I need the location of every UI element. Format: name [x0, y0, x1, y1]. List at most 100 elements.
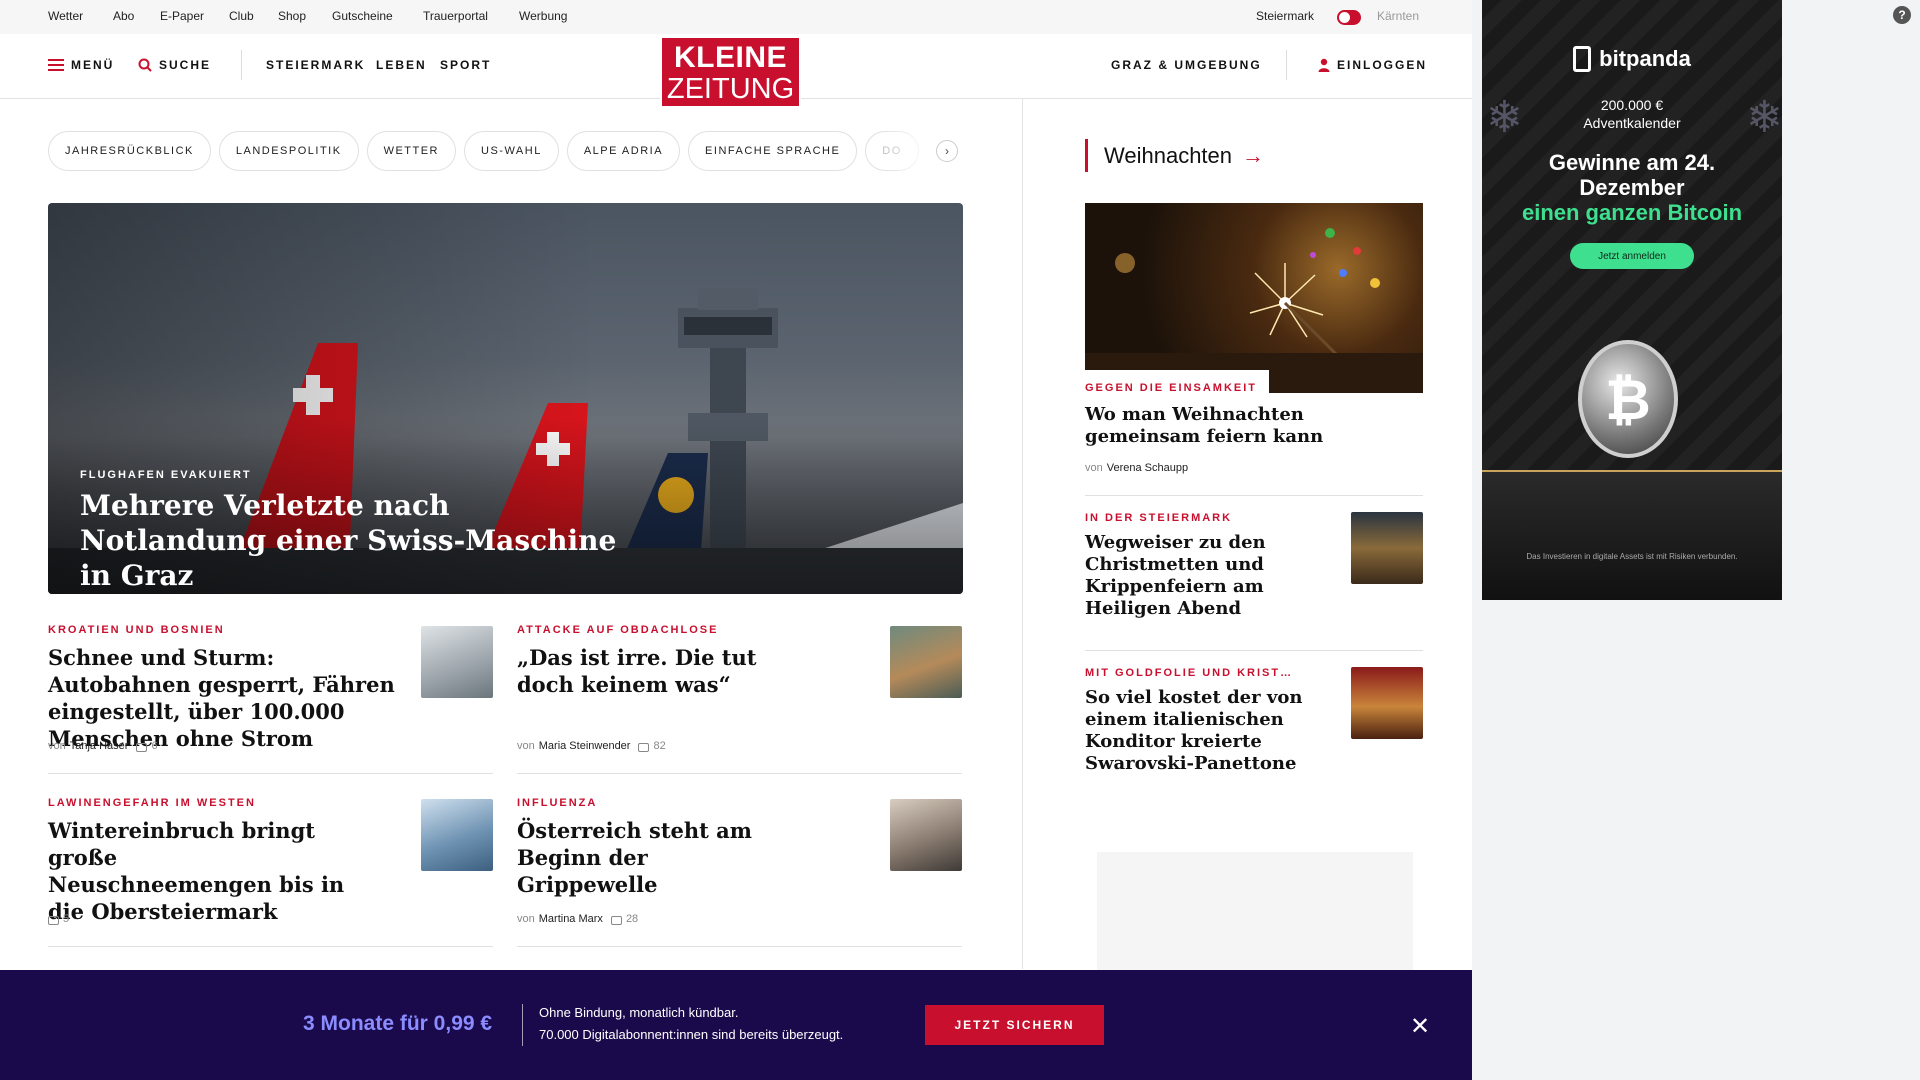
ad-placeholder — [1097, 852, 1413, 982]
article-card[interactable]: KROATIEN UND BOSNIEN Schnee und Sturm: A… — [48, 624, 493, 774]
ad-brand-name: bitpanda — [1599, 46, 1691, 71]
author-name[interactable]: Maria Steinwender — [539, 740, 631, 752]
comment-icon — [136, 742, 148, 752]
sparkler-image[interactable] — [1085, 203, 1423, 393]
ad-headline-accent: einen ganzen Bitcoin — [1521, 200, 1743, 225]
kleine-zeitung-logo[interactable]: KLEINE ZEITUNG — [660, 36, 801, 108]
logo-line-2: ZEITUNG — [666, 73, 795, 105]
article-card[interactable]: LAWINENGEFAHR IM WESTEN Wintereinbruch b… — [48, 797, 493, 947]
ad-disclaimer: Das Investieren in digitale Assets ist m… — [1526, 552, 1738, 561]
sidebar-article[interactable]: Wo man Weihnachten gemeinsam feiern kann… — [1085, 404, 1423, 496]
panettone-thumbnail[interactable] — [1351, 667, 1423, 739]
sick-person-thumbnail[interactable] — [890, 799, 962, 871]
article-title[interactable]: „Das ist irre. Die tut doch keinem was“ — [517, 644, 767, 698]
ad-sub-line-2: Adventkalender — [1583, 115, 1681, 131]
nav-steiermark[interactable]: STEIERMARK — [266, 58, 365, 72]
tags-fade — [880, 131, 936, 171]
nav-leben[interactable]: LEBEN — [376, 58, 427, 72]
article-meta: von Maria Steinwender 82 — [517, 740, 666, 752]
sidebar-article-title[interactable]: So viel kostet der von einem italienisch… — [1085, 687, 1305, 775]
author-name[interactable]: Tanja Haser — [70, 740, 129, 752]
sidebar-article-title[interactable]: Wo man Weihnachten gemeinsam feiern kann — [1085, 404, 1345, 448]
comment-icon — [48, 915, 59, 925]
user-icon — [1318, 58, 1330, 72]
tag-wetter[interactable]: WETTER — [366, 131, 457, 171]
tag-einfache-sprache[interactable]: EINFACHE SPRACHE — [688, 131, 858, 171]
location-selector[interactable]: GRAZ & UMGEBUNG — [1111, 58, 1262, 72]
tag-us-wahl[interactable]: US-WAHL — [464, 131, 559, 171]
paywall-bar — [0, 970, 1472, 1080]
region-toggle[interactable] — [1337, 10, 1361, 25]
util-link-trauerportal[interactable]: Trauerportal — [423, 9, 488, 23]
article-card[interactable]: INFLUENZA Österreich steht am Beginn der… — [517, 797, 962, 947]
comment-count[interactable]: 5 — [63, 913, 69, 925]
page: Wetter Abo E-Paper Club Shop Gutscheine … — [0, 0, 1472, 1080]
article-title[interactable]: Wintereinbruch bringt große Neuschneemen… — [48, 817, 348, 925]
ad-headline: Gewinne am 24. Dezember — [1482, 150, 1782, 200]
sidebar-kicker-box: GEGEN DIE EINSAMKEIT — [1085, 370, 1270, 400]
ad-headline-line-1: Gewinne am 24. — [1548, 150, 1716, 175]
paywall-line-2: 70.000 Digitalabonnent:innen sind bereit… — [539, 1027, 844, 1042]
comment-count[interactable]: 28 — [626, 913, 638, 925]
hero-title[interactable]: Mehrere Verletzte nach Notlandung einer … — [80, 488, 640, 593]
utility-bar: Wetter Abo E-Paper Club Shop Gutscheine … — [0, 0, 1472, 34]
sidebar-kicker: GEGEN DIE EINSAMKEIT — [1085, 382, 1258, 394]
ad-subtitle: 200.000 € Adventkalender — [1482, 96, 1782, 132]
util-link-club[interactable]: Club — [229, 9, 254, 23]
bitpanda-logo-icon — [1573, 46, 1592, 72]
sidebar-article[interactable]: MIT GOLDFOLIE UND KRIST… So viel kostet … — [1085, 667, 1423, 787]
ad-pedestal — [1482, 470, 1782, 600]
comment-count[interactable]: 82 — [653, 740, 665, 752]
snowstorm-thumbnail[interactable] — [421, 799, 493, 871]
sidebar-heading[interactable]: Weihnachten → — [1085, 139, 1264, 172]
comment-count[interactable]: 6 — [151, 740, 157, 752]
sidebar-article-title[interactable]: Wegweiser zu den Christmetten und Krippe… — [1085, 532, 1285, 620]
sidebar-article[interactable]: IN DER STEIERMARK Wegweiser zu den Chris… — [1085, 512, 1423, 651]
tags-next-button[interactable]: › — [936, 140, 958, 162]
hero-article[interactable]: FLUGHAFEN EVAKUIERT Mehrere Verletzte na… — [48, 203, 963, 594]
chevron-right-icon: › — [945, 144, 949, 158]
author-name[interactable]: Verena Schaupp — [1107, 462, 1188, 474]
help-icon[interactable]: ? — [1893, 6, 1911, 24]
util-link-abo[interactable]: Abo — [113, 9, 134, 23]
toggle-knob — [1339, 12, 1350, 23]
nativity-thumbnail[interactable] — [1351, 512, 1423, 584]
region-steiermark[interactable]: Steiermark — [1256, 9, 1314, 23]
nav-sport[interactable]: SPORT — [440, 58, 491, 72]
street-scene-thumbnail[interactable] — [890, 626, 962, 698]
util-link-werbung[interactable]: Werbung — [519, 9, 567, 23]
util-link-gutscheine[interactable]: Gutscheine — [332, 9, 393, 23]
article-meta: 5 — [48, 913, 69, 925]
hero-kicker: FLUGHAFEN EVAKUIERT — [80, 469, 252, 481]
main-header: MENÜ SUCHE STEIERMARK LEBEN SPORT KLEINE… — [0, 34, 1472, 108]
by-label: von — [517, 740, 535, 752]
bitpanda-ad[interactable]: ❄ ❄ bitpanda 200.000 € Adventkalender Ge… — [1482, 0, 1782, 600]
tag-landespolitik[interactable]: LANDESPOLITIK — [218, 131, 359, 171]
tag-jahresrueckblick[interactable]: JAHRESRÜCKBLICK — [48, 131, 211, 171]
by-label: von — [48, 740, 66, 752]
article-title[interactable]: Österreich steht am Beginn der Grippewel… — [517, 817, 787, 898]
close-icon[interactable]: ✕ — [1410, 1012, 1430, 1041]
util-link-epaper[interactable]: E-Paper — [160, 9, 204, 23]
tag-alpe-adria[interactable]: ALPE ADRIA — [566, 131, 681, 171]
logo-line-1: KLEINE — [673, 41, 787, 74]
article-title[interactable]: Schnee und Sturm: Autobahnen gesperrt, F… — [48, 644, 408, 752]
article-card[interactable]: ATTACKE AUF OBDACHLOSE „Das ist irre. Di… — [517, 624, 962, 774]
arrow-right-icon: → — [1242, 142, 1265, 168]
login-button[interactable]: EINLOGGEN — [1318, 58, 1427, 72]
article-meta: von Martina Marx 28 — [517, 913, 638, 925]
util-link-shop[interactable]: Shop — [278, 9, 306, 23]
ad-brand: bitpanda — [1482, 46, 1782, 72]
sparkler-graphic — [1085, 228, 1423, 393]
region-kaernten[interactable]: Kärnten — [1377, 9, 1419, 23]
util-link-wetter[interactable]: Wetter — [48, 9, 83, 23]
ad-cta-button[interactable]: Jetzt anmelden — [1570, 243, 1694, 269]
by-label: von — [517, 913, 535, 925]
login-label: EINLOGGEN — [1337, 58, 1428, 72]
menu-button[interactable]: MENÜ — [48, 58, 114, 72]
subscribe-button[interactable]: JETZT SICHERN — [925, 1005, 1104, 1045]
paywall-line-1: Ohne Bindung, monatlich kündbar. — [539, 1005, 739, 1020]
snow-road-thumbnail[interactable] — [421, 626, 493, 698]
author-name[interactable]: Martina Marx — [539, 913, 603, 925]
search-button[interactable]: SUCHE — [138, 58, 211, 72]
